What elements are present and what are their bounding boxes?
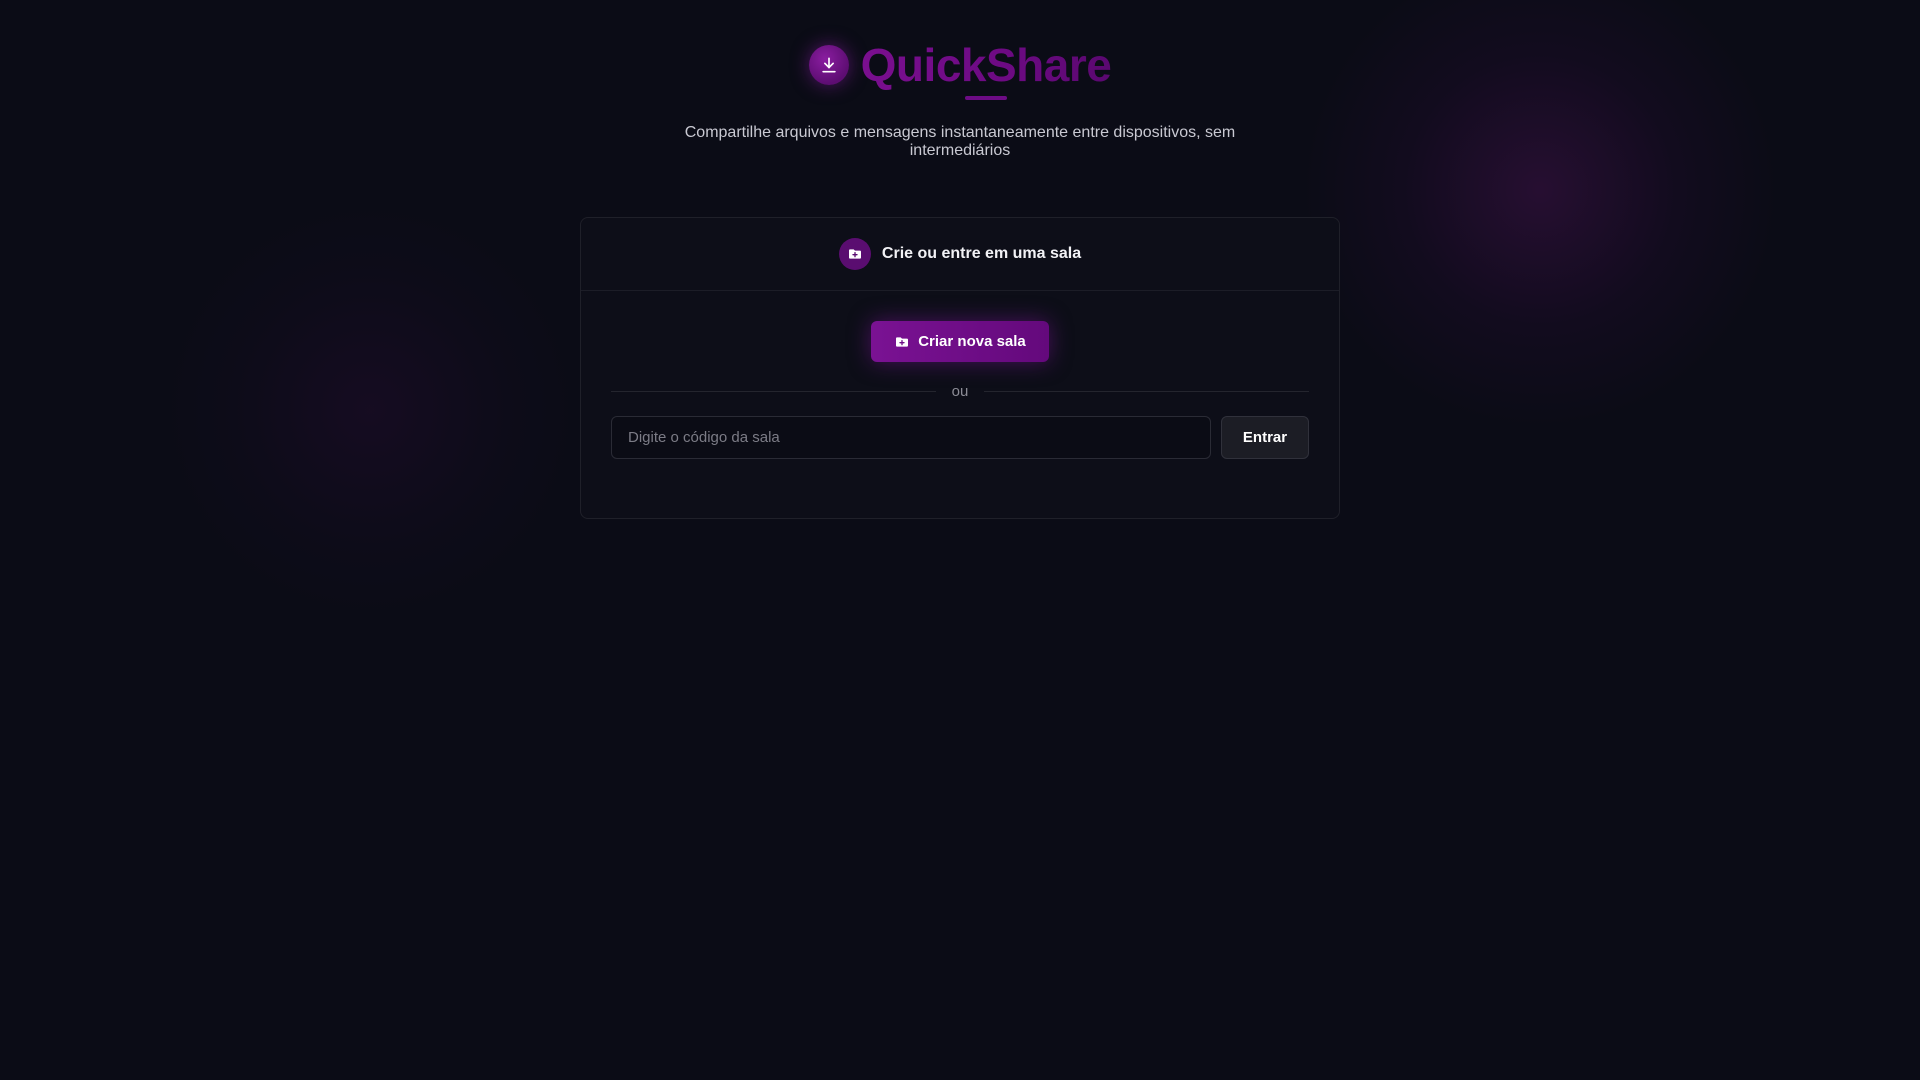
title-underline	[965, 96, 1007, 100]
join-row: Entrar	[611, 416, 1309, 459]
room-card-title: Crie ou entre em uma sala	[881, 245, 1082, 262]
folder-plus-icon	[896, 336, 909, 347]
tagline: Compartilhe arquivos e mensagens instant…	[684, 124, 1236, 159]
app-title: QuickShare	[860, 39, 1112, 91]
room-code-input[interactable]	[611, 416, 1211, 459]
background-glow-left	[160, 200, 580, 620]
room-card-header: Crie ou entre em uma sala	[581, 218, 1339, 291]
create-room-button[interactable]: Criar nova sala	[871, 321, 1049, 362]
or-divider: ou	[611, 381, 1309, 401]
folder-plus-icon	[838, 238, 871, 270]
divider-text: ou	[951, 382, 969, 400]
room-card-body: Criar nova sala ou Entrar	[581, 291, 1339, 459]
brand: QuickShare	[808, 39, 1112, 91]
page-header: QuickShare Compartilhe arquivos e mensag…	[0, 40, 1920, 160]
divider-line-right	[984, 390, 1309, 392]
join-button[interactable]: Entrar	[1221, 416, 1309, 459]
room-card: Crie ou entre em uma sala Criar nova sal…	[580, 217, 1340, 519]
create-row: Criar nova sala	[611, 321, 1309, 362]
divider-line-left	[611, 390, 936, 392]
create-room-label: Criar nova sala	[918, 333, 1026, 350]
download-icon	[808, 45, 849, 85]
